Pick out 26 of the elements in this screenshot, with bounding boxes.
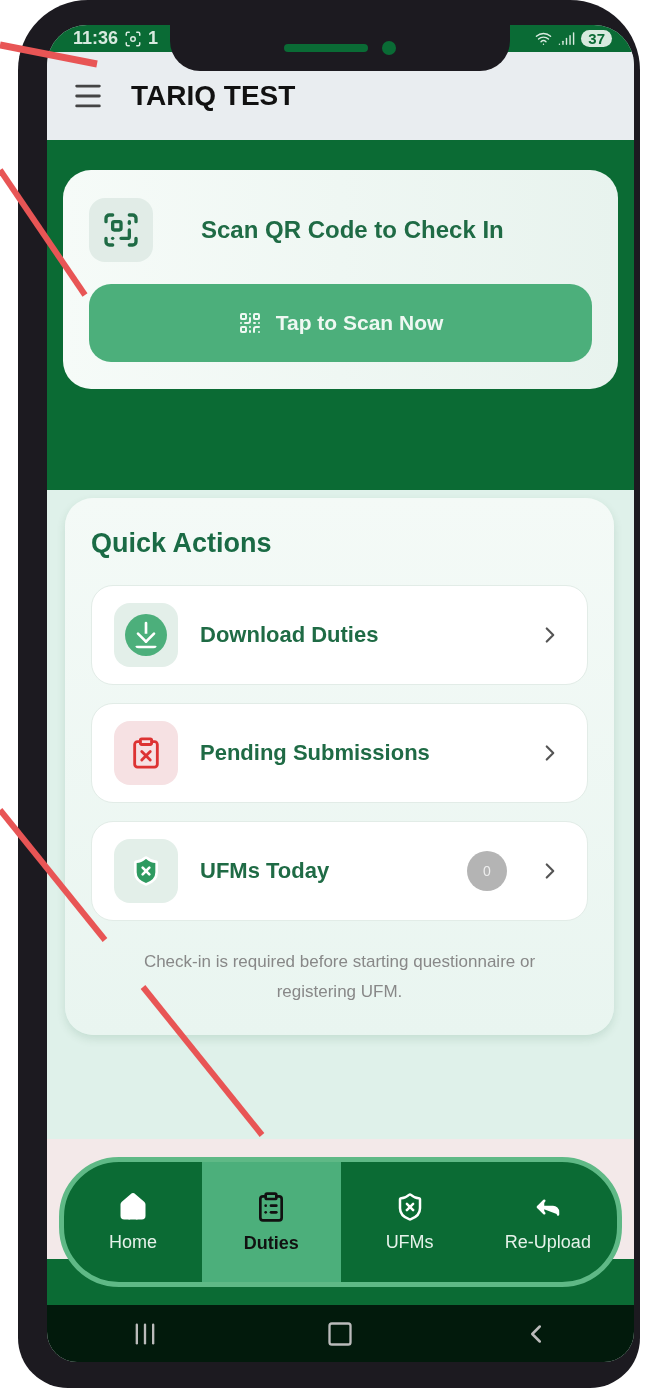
status-time: 11:36 (73, 28, 119, 49)
section-title: Quick Actions (91, 528, 273, 559)
nav-tab[interactable]: Home (64, 1162, 203, 1282)
check-in-note: Check-in is required before starting questionnaire or registering UFM. (142, 951, 537, 1003)
notification-icon (124, 29, 143, 48)
action-label: Pending Submissions (200, 740, 431, 766)
signal-icon (558, 30, 576, 47)
qr-scan-icon (89, 198, 153, 262)
home-icon (118, 1191, 149, 1222)
notification-count: 1 (148, 28, 159, 49)
download-icon (125, 614, 167, 656)
count-badge: 0 (467, 851, 507, 891)
action-row[interactable]: Download Duties (91, 585, 588, 685)
app-title: TARIQ TEST (131, 80, 296, 112)
scan-title: Scan QR Code to Check In (201, 216, 504, 244)
action-row[interactable]: Pending Submissions (91, 703, 588, 803)
action-label: UFMs Today (200, 858, 331, 884)
battery-level: 37 (581, 30, 612, 47)
nav-tab[interactable]: UFMs (340, 1162, 479, 1282)
nav-tab[interactable]: Re-Upload (478, 1162, 617, 1282)
action-row[interactable]: UFMs Today 0 (91, 821, 588, 921)
action-label: Download Duties (200, 622, 380, 648)
home-button-icon[interactable] (325, 1319, 354, 1348)
nav-tab[interactable]: Duties (202, 1162, 341, 1282)
wifi-icon (535, 30, 553, 47)
qr-code-icon (237, 311, 262, 335)
